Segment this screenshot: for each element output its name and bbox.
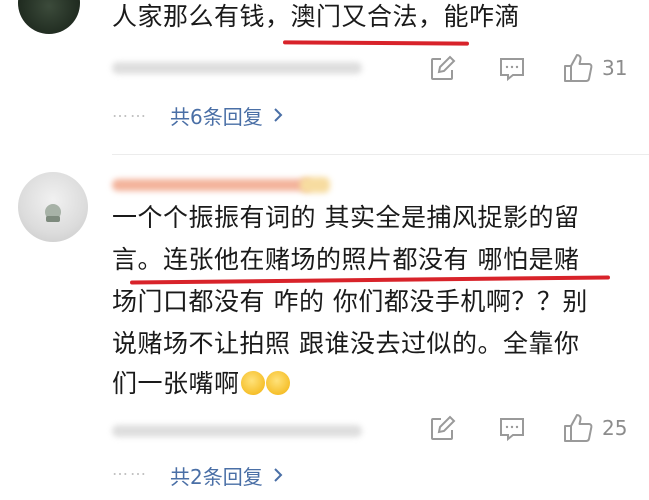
reply-dots: …… bbox=[112, 102, 148, 121]
red-underline-mark bbox=[282, 40, 470, 46]
like-button[interactable]: 25 bbox=[562, 412, 627, 444]
comment-icon bbox=[498, 55, 526, 83]
avatar[interactable] bbox=[18, 172, 88, 242]
edit-icon bbox=[428, 55, 456, 83]
blurred-meta bbox=[112, 62, 362, 74]
avatar[interactable] bbox=[18, 0, 80, 34]
blurred-username[interactable] bbox=[112, 179, 312, 191]
blurred-badge bbox=[300, 177, 330, 193]
blurred-meta bbox=[112, 425, 362, 437]
comment-text: 人家那么有钱，澳门又合法，能咋滴 bbox=[112, 2, 521, 31]
comment-text-tail: 们一张嘴啊 bbox=[112, 369, 240, 398]
comment-text-line: 言。连张他在赌场的照片都没有 哪怕是赌 bbox=[112, 245, 580, 274]
replies-label: 共2条回复 bbox=[170, 465, 263, 489]
edit-icon bbox=[428, 415, 456, 443]
replies-label: 共6条回复 bbox=[170, 105, 263, 129]
chevron-right-icon bbox=[273, 464, 283, 488]
comment-icon bbox=[498, 415, 526, 443]
view-replies-link[interactable]: 共2条回复 bbox=[170, 461, 283, 490]
smirk-emoji-icon bbox=[265, 371, 290, 395]
smirk-emoji-icon bbox=[240, 371, 265, 395]
edit-button[interactable] bbox=[428, 55, 456, 83]
like-button[interactable]: 31 bbox=[562, 52, 627, 84]
like-count: 25 bbox=[602, 416, 628, 440]
view-replies-link[interactable]: 共6条回复 bbox=[170, 101, 283, 130]
comment-text-line: 一个个振振有词的 其实全是捕风捉影的留 bbox=[112, 203, 580, 232]
comment-button[interactable] bbox=[498, 415, 526, 443]
thumbs-up-icon bbox=[562, 52, 594, 84]
divider bbox=[112, 154, 649, 155]
comment-text-line: 们一张嘴啊 bbox=[112, 367, 290, 401]
edit-button[interactable] bbox=[428, 415, 456, 443]
like-count: 31 bbox=[602, 56, 628, 80]
comment-list: 人家那么有钱，澳门又合法，能咋滴 31 …… 共6条回复 一个个振振有词的 其实… bbox=[0, 0, 649, 500]
thumbs-up-icon bbox=[562, 412, 594, 444]
comment-text-line: 场门口都没有 咋的 你们都没手机啊？？别 bbox=[112, 287, 588, 316]
reply-dots: …… bbox=[112, 460, 148, 479]
comment-button[interactable] bbox=[498, 55, 526, 83]
comment-text-line: 说赌场不让拍照 跟谁没去过似的。全靠你 bbox=[112, 329, 580, 358]
chevron-right-icon bbox=[273, 104, 283, 128]
